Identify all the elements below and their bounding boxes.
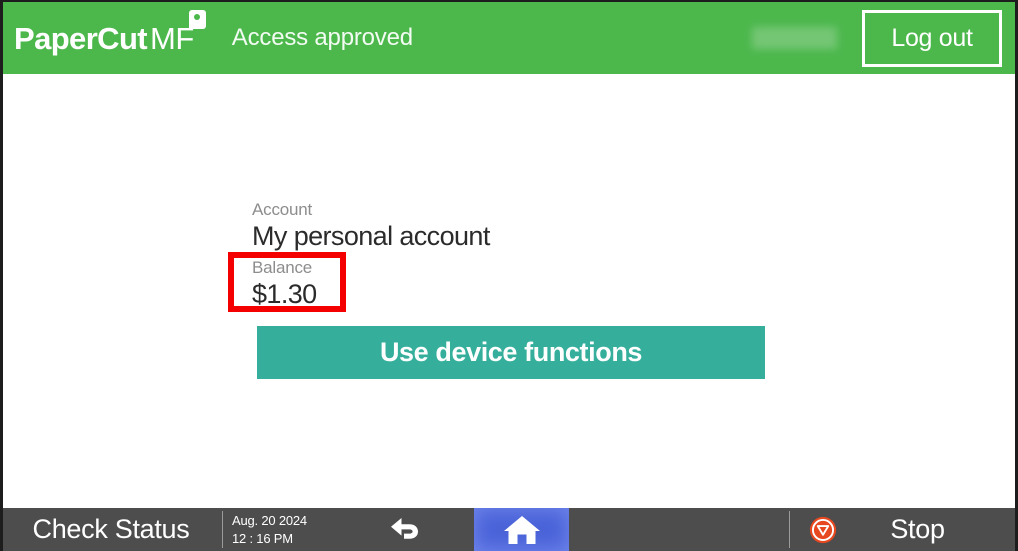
date-text: Aug. 20 2024 xyxy=(232,512,307,528)
balance-info-block: Balance $1.30 xyxy=(252,258,317,310)
back-arrow-icon xyxy=(391,517,418,539)
check-status-button[interactable]: Check Status xyxy=(3,508,222,551)
device-panel-screen: PaperCut MF Access approved Log out Acco… xyxy=(0,0,1018,551)
brand-name-secondary: MF xyxy=(150,20,194,56)
datetime-display: Aug. 20 2024 12 : 16 PM xyxy=(223,508,338,551)
app-header: PaperCut MF Access approved Log out xyxy=(3,2,1015,74)
brand-name-primary: PaperCut xyxy=(14,20,148,56)
log-out-button[interactable]: Log out xyxy=(862,9,1002,67)
back-button[interactable] xyxy=(338,508,474,551)
papercut-tag-icon xyxy=(188,9,206,29)
account-value: My personal account xyxy=(252,220,490,251)
use-device-functions-button[interactable]: Use device functions xyxy=(257,326,765,379)
account-info-block: Account My personal account xyxy=(252,200,490,252)
main-content: Account My personal account Balance $1.3… xyxy=(3,74,1015,508)
stop-button[interactable]: Stop xyxy=(790,508,1015,551)
stop-icon xyxy=(809,516,837,543)
balance-label: Balance xyxy=(252,258,313,277)
home-button[interactable] xyxy=(474,508,569,551)
device-bottom-bar: Check Status Aug. 20 2024 12 : 16 PM Sto… xyxy=(3,508,1015,551)
header-right-group: Log out xyxy=(752,9,1015,67)
time-text: 12 : 16 PM xyxy=(232,530,293,546)
home-icon xyxy=(503,515,540,544)
stop-label: Stop xyxy=(890,514,945,544)
access-status-text: Access approved xyxy=(231,24,413,51)
bottom-bar-spacer xyxy=(569,508,789,551)
account-label: Account xyxy=(252,200,313,219)
username-redacted xyxy=(752,27,837,49)
papercut-logo: PaperCut MF xyxy=(14,9,206,56)
balance-value: $1.30 xyxy=(252,278,317,309)
